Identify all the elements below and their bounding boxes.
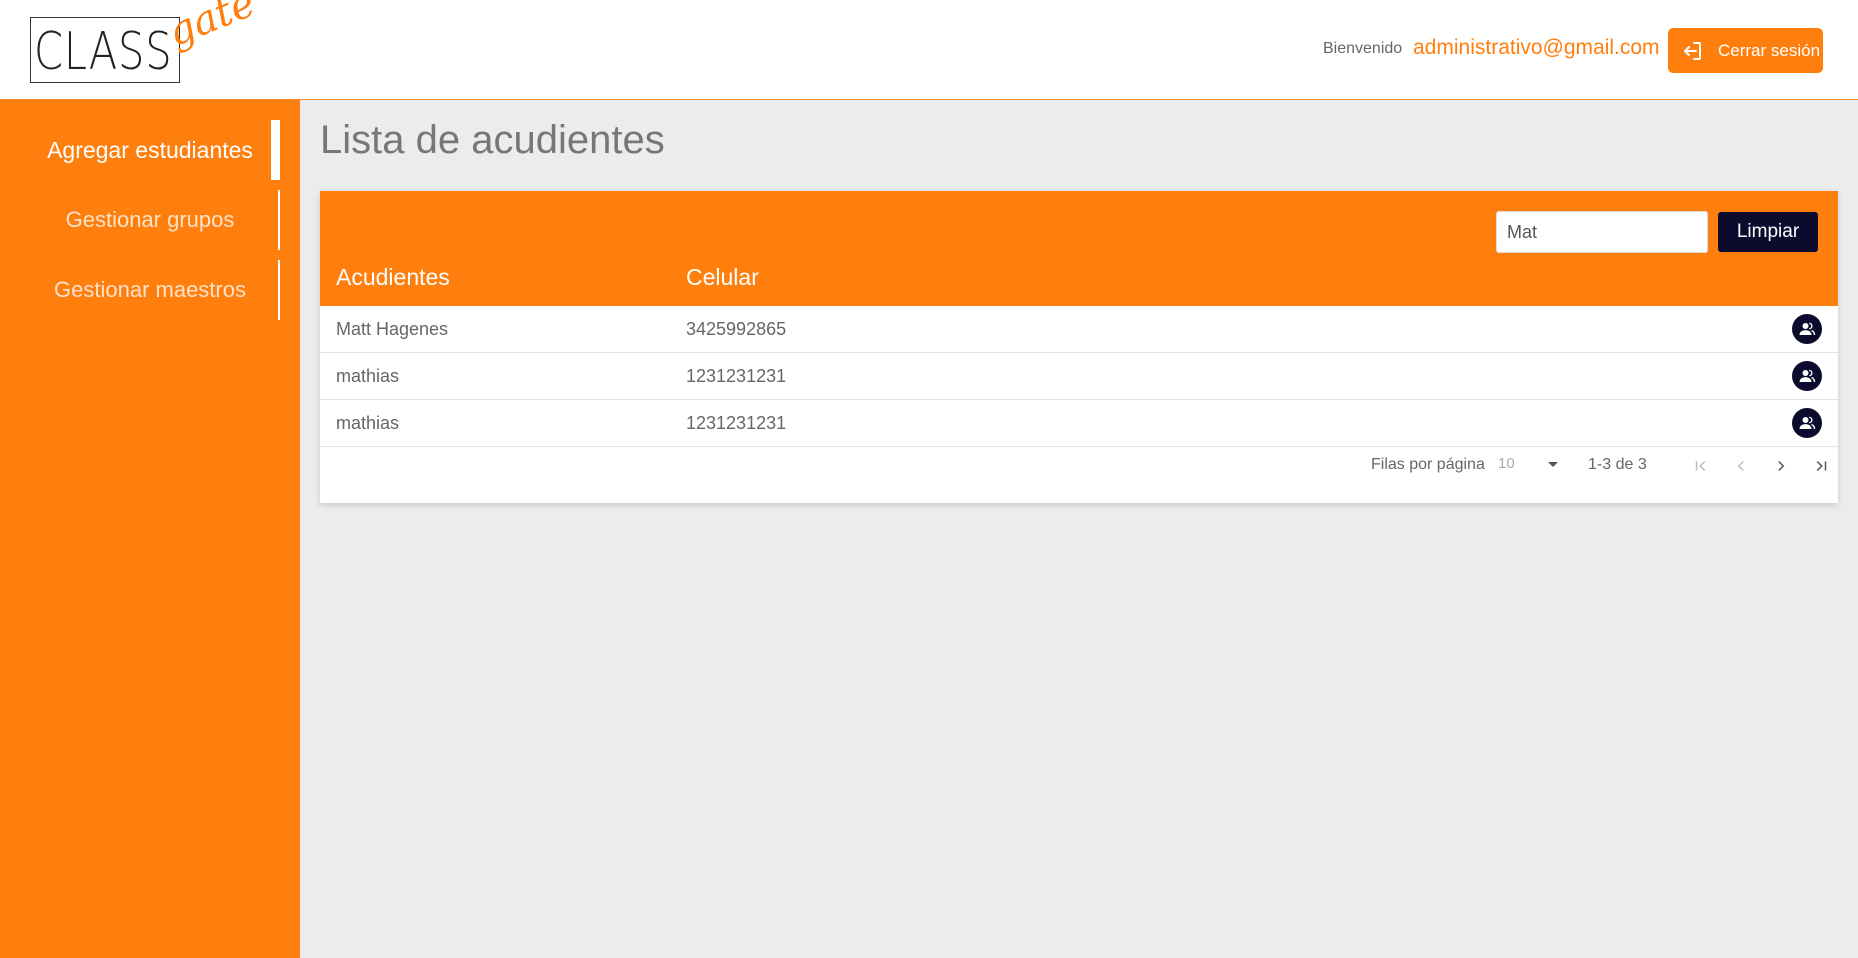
top-header: CLASS gate Bienvenido administrativo@gma… [0,0,1858,100]
view-students-button[interactable] [1792,408,1822,438]
column-header-acudientes[interactable]: Acudientes [336,264,450,291]
view-students-button[interactable] [1792,361,1822,391]
page-title: Lista de acudientes [320,118,665,162]
user-email: administrativo@gmail.com [1413,36,1660,59]
table-row: mathias 1231231231 [320,400,1838,447]
first-page-icon [1695,460,1706,472]
view-students-button[interactable] [1792,314,1822,344]
first-page-button[interactable] [1688,453,1714,479]
sidebar-item-gestionar-maestros[interactable]: Gestionar maestros [20,260,280,320]
next-page-button[interactable] [1768,453,1794,479]
chevron-down-icon [1548,462,1558,467]
table-row: Matt Hagenes 3425992865 [320,306,1838,353]
app-logo: CLASS gate [30,0,262,90]
welcome-label: Bienvenido [1323,40,1403,57]
logo-script-text: gate [161,0,262,56]
search-input[interactable] [1496,211,1708,253]
guardian-name: mathias [336,413,400,433]
user-group-icon [1799,322,1816,336]
rows-per-page-value: 10 [1498,455,1515,472]
active-indicator [271,120,280,180]
chevron-right-icon [1778,460,1785,472]
user-group-icon [1799,369,1816,383]
sidebar: Agregar estudiantes Gestionar grupos Ges… [0,100,300,958]
logout-label: Cerrar sesión [1718,40,1821,60]
sidebar-item-label: Gestionar maestros [54,277,246,302]
logo-main-text: CLASS [34,22,173,82]
table-row: mathias 1231231231 [320,353,1838,400]
column-header-celular[interactable]: Celular [686,264,759,291]
logout-icon [1684,41,1701,60]
guardian-name: Matt Hagenes [336,319,449,339]
guardian-name: mathias [336,366,400,386]
last-page-button[interactable] [1808,453,1834,479]
sidebar-item-gestionar-grupos[interactable]: Gestionar grupos [20,190,280,250]
clear-button[interactable]: Limpiar [1718,212,1818,252]
sidebar-item-label: Agregar estudiantes [47,136,253,163]
sidebar-item-agregar-estudiantes[interactable]: Agregar estudiantes [20,120,280,180]
guardian-phone: 1231231231 [686,366,787,386]
last-page-icon [1816,460,1827,472]
pagination: Filas por página 10 1-3 de 3 [320,447,1838,487]
rows-per-page-select[interactable]: 10 [1498,455,1558,479]
logout-button[interactable]: Cerrar sesión [1668,28,1823,73]
nav-divider [278,260,280,320]
chevron-left-icon [1737,460,1744,472]
sidebar-item-label: Gestionar grupos [65,207,235,232]
pagination-range: 1-3 de 3 [1588,456,1647,473]
guardian-phone: 1231231231 [686,413,787,433]
user-group-icon [1799,416,1816,430]
table-header: Limpiar Acudientes Celular [320,191,1838,306]
rows-per-page-label: Filas por página [1371,456,1485,473]
guardians-table-card: Limpiar Acudientes Celular Matt Hagenes … [320,191,1838,503]
previous-page-button[interactable] [1728,453,1754,479]
guardian-phone: 3425992865 [686,319,787,339]
nav-divider [278,190,280,250]
